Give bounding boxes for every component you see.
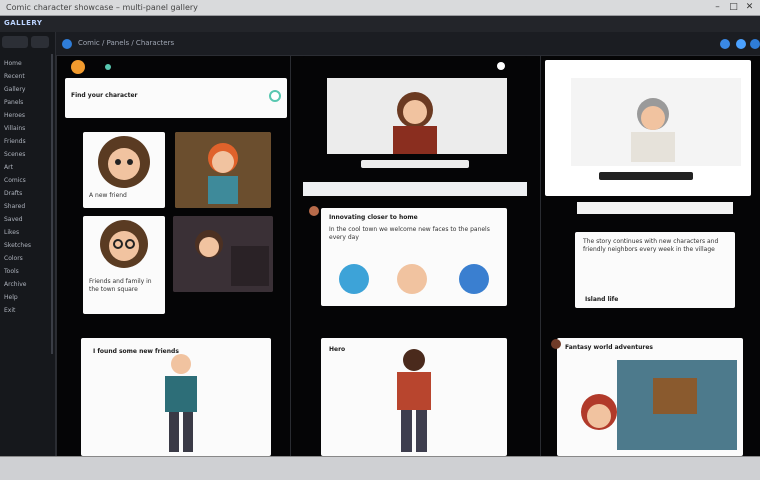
breadcrumb: Comic / Panels / Characters (78, 39, 175, 47)
panel-divider (303, 182, 527, 196)
column-2: Innovating closer to home In the cool to… (290, 56, 540, 456)
sidebar-search-button[interactable] (2, 36, 28, 48)
story-card[interactable]: Fantasy world adventures (557, 338, 743, 456)
story-title: Fantasy world adventures (565, 344, 653, 351)
post-card[interactable]: Innovating closer to home In the cool to… (321, 208, 507, 306)
post-text: In the cool town we welcome new faces to… (329, 226, 490, 241)
column-3: The story continues with new characters … (540, 56, 760, 456)
story-card[interactable]: Hero (321, 338, 507, 456)
sidebar-item[interactable]: Likes (2, 227, 50, 239)
post-card[interactable]: The story continues with new characters … (575, 232, 735, 308)
story-card[interactable]: I found some new friends (81, 338, 271, 456)
search-card[interactable]: Find your character (65, 78, 287, 118)
video-panel[interactable] (303, 56, 527, 184)
progress-bar[interactable] (361, 160, 469, 168)
bottom-bar (0, 456, 760, 480)
sidebar-item[interactable]: Exit (2, 305, 50, 317)
video-panel[interactable] (545, 60, 751, 196)
sidebar-item[interactable]: Colors (2, 253, 50, 265)
sidebar-item[interactable]: Gallery (2, 84, 50, 96)
fire-icon[interactable] (71, 60, 85, 74)
app-bar: GALLERY (0, 16, 760, 32)
sidebar-item[interactable]: Friends (2, 136, 50, 148)
sidebar-item[interactable]: Heroes (2, 110, 50, 122)
record-icon[interactable] (497, 62, 505, 70)
post-footer: Island life (585, 296, 619, 303)
sidebar-item[interactable]: Scenes (2, 149, 50, 161)
title-bar: Comic character showcase – multi-panel g… (0, 0, 760, 16)
sidebar: Home Recent Gallery Panels Heroes Villains Fri… (0, 32, 56, 456)
status-dot-icon (105, 64, 111, 70)
post-text: The story continues with new characters … (583, 238, 719, 253)
avatar[interactable] (397, 264, 427, 294)
sidebar-item[interactable]: Help (2, 292, 50, 304)
sidebar-item[interactable]: Art (2, 162, 50, 174)
sidebar-item[interactable]: Villains (2, 123, 50, 135)
sidebar-item[interactable]: Home (2, 58, 50, 70)
avatar[interactable] (459, 264, 489, 294)
maximize-button[interactable]: □ (728, 2, 739, 13)
sidebar-item[interactable]: Panels (2, 97, 50, 109)
character-card[interactable]: A new friend (83, 132, 165, 208)
fantasy-scene-icon (581, 360, 737, 450)
sidebar-item[interactable]: Shared (2, 201, 50, 213)
character-figure-icon (397, 349, 431, 452)
refresh-icon[interactable] (720, 39, 730, 49)
home-icon[interactable] (62, 39, 72, 49)
sidebar-menu-button[interactable] (31, 36, 49, 48)
window-title: Comic character showcase – multi-panel g… (6, 3, 198, 12)
story-title: Hero (329, 346, 346, 353)
character-portrait-icon (100, 220, 148, 268)
main-toolbar: Comic / Panels / Characters (56, 32, 760, 56)
share-icon[interactable] (736, 39, 746, 49)
app-name: GALLERY (4, 19, 43, 27)
sidebar-item[interactable]: Drafts (2, 188, 50, 200)
avatar[interactable] (309, 206, 319, 216)
sidebar-item[interactable]: Comics (2, 175, 50, 187)
character-card[interactable]: Friends and family in the town square (83, 216, 165, 314)
sidebar-item[interactable]: Sketches (2, 240, 50, 252)
sidebar-controls (2, 36, 52, 50)
search-label: Find your character (71, 92, 138, 99)
story-title: I found some new friends (93, 348, 179, 355)
sidebar-scrollbar[interactable] (51, 54, 53, 354)
sidebar-item[interactable]: Saved (2, 214, 50, 226)
comic-image-icon (175, 132, 271, 208)
settings-icon[interactable] (750, 39, 760, 49)
image-card[interactable] (175, 132, 271, 208)
panel-divider (577, 202, 733, 214)
progress-bar[interactable] (599, 172, 693, 180)
sidebar-item[interactable]: Archive (2, 279, 50, 291)
column-1: Find your character A new friend Friends… (56, 56, 290, 456)
comic-image-icon (173, 216, 273, 292)
minimize-button[interactable]: – (712, 2, 723, 13)
avatar[interactable] (551, 339, 561, 349)
search-icon[interactable] (269, 90, 281, 102)
image-card[interactable] (173, 216, 273, 292)
character-caption: A new friend (89, 192, 127, 199)
sidebar-item[interactable]: Recent (2, 71, 50, 83)
post-title: Innovating closer to home (329, 214, 418, 221)
avatar[interactable] (339, 264, 369, 294)
close-button[interactable]: ✕ (744, 2, 755, 13)
sidebar-item[interactable]: Tools (2, 266, 50, 278)
sidebar-list: Home Recent Gallery Panels Heroes Villains Fri… (2, 58, 50, 318)
character-caption: Friends and family in the town square (89, 278, 152, 293)
